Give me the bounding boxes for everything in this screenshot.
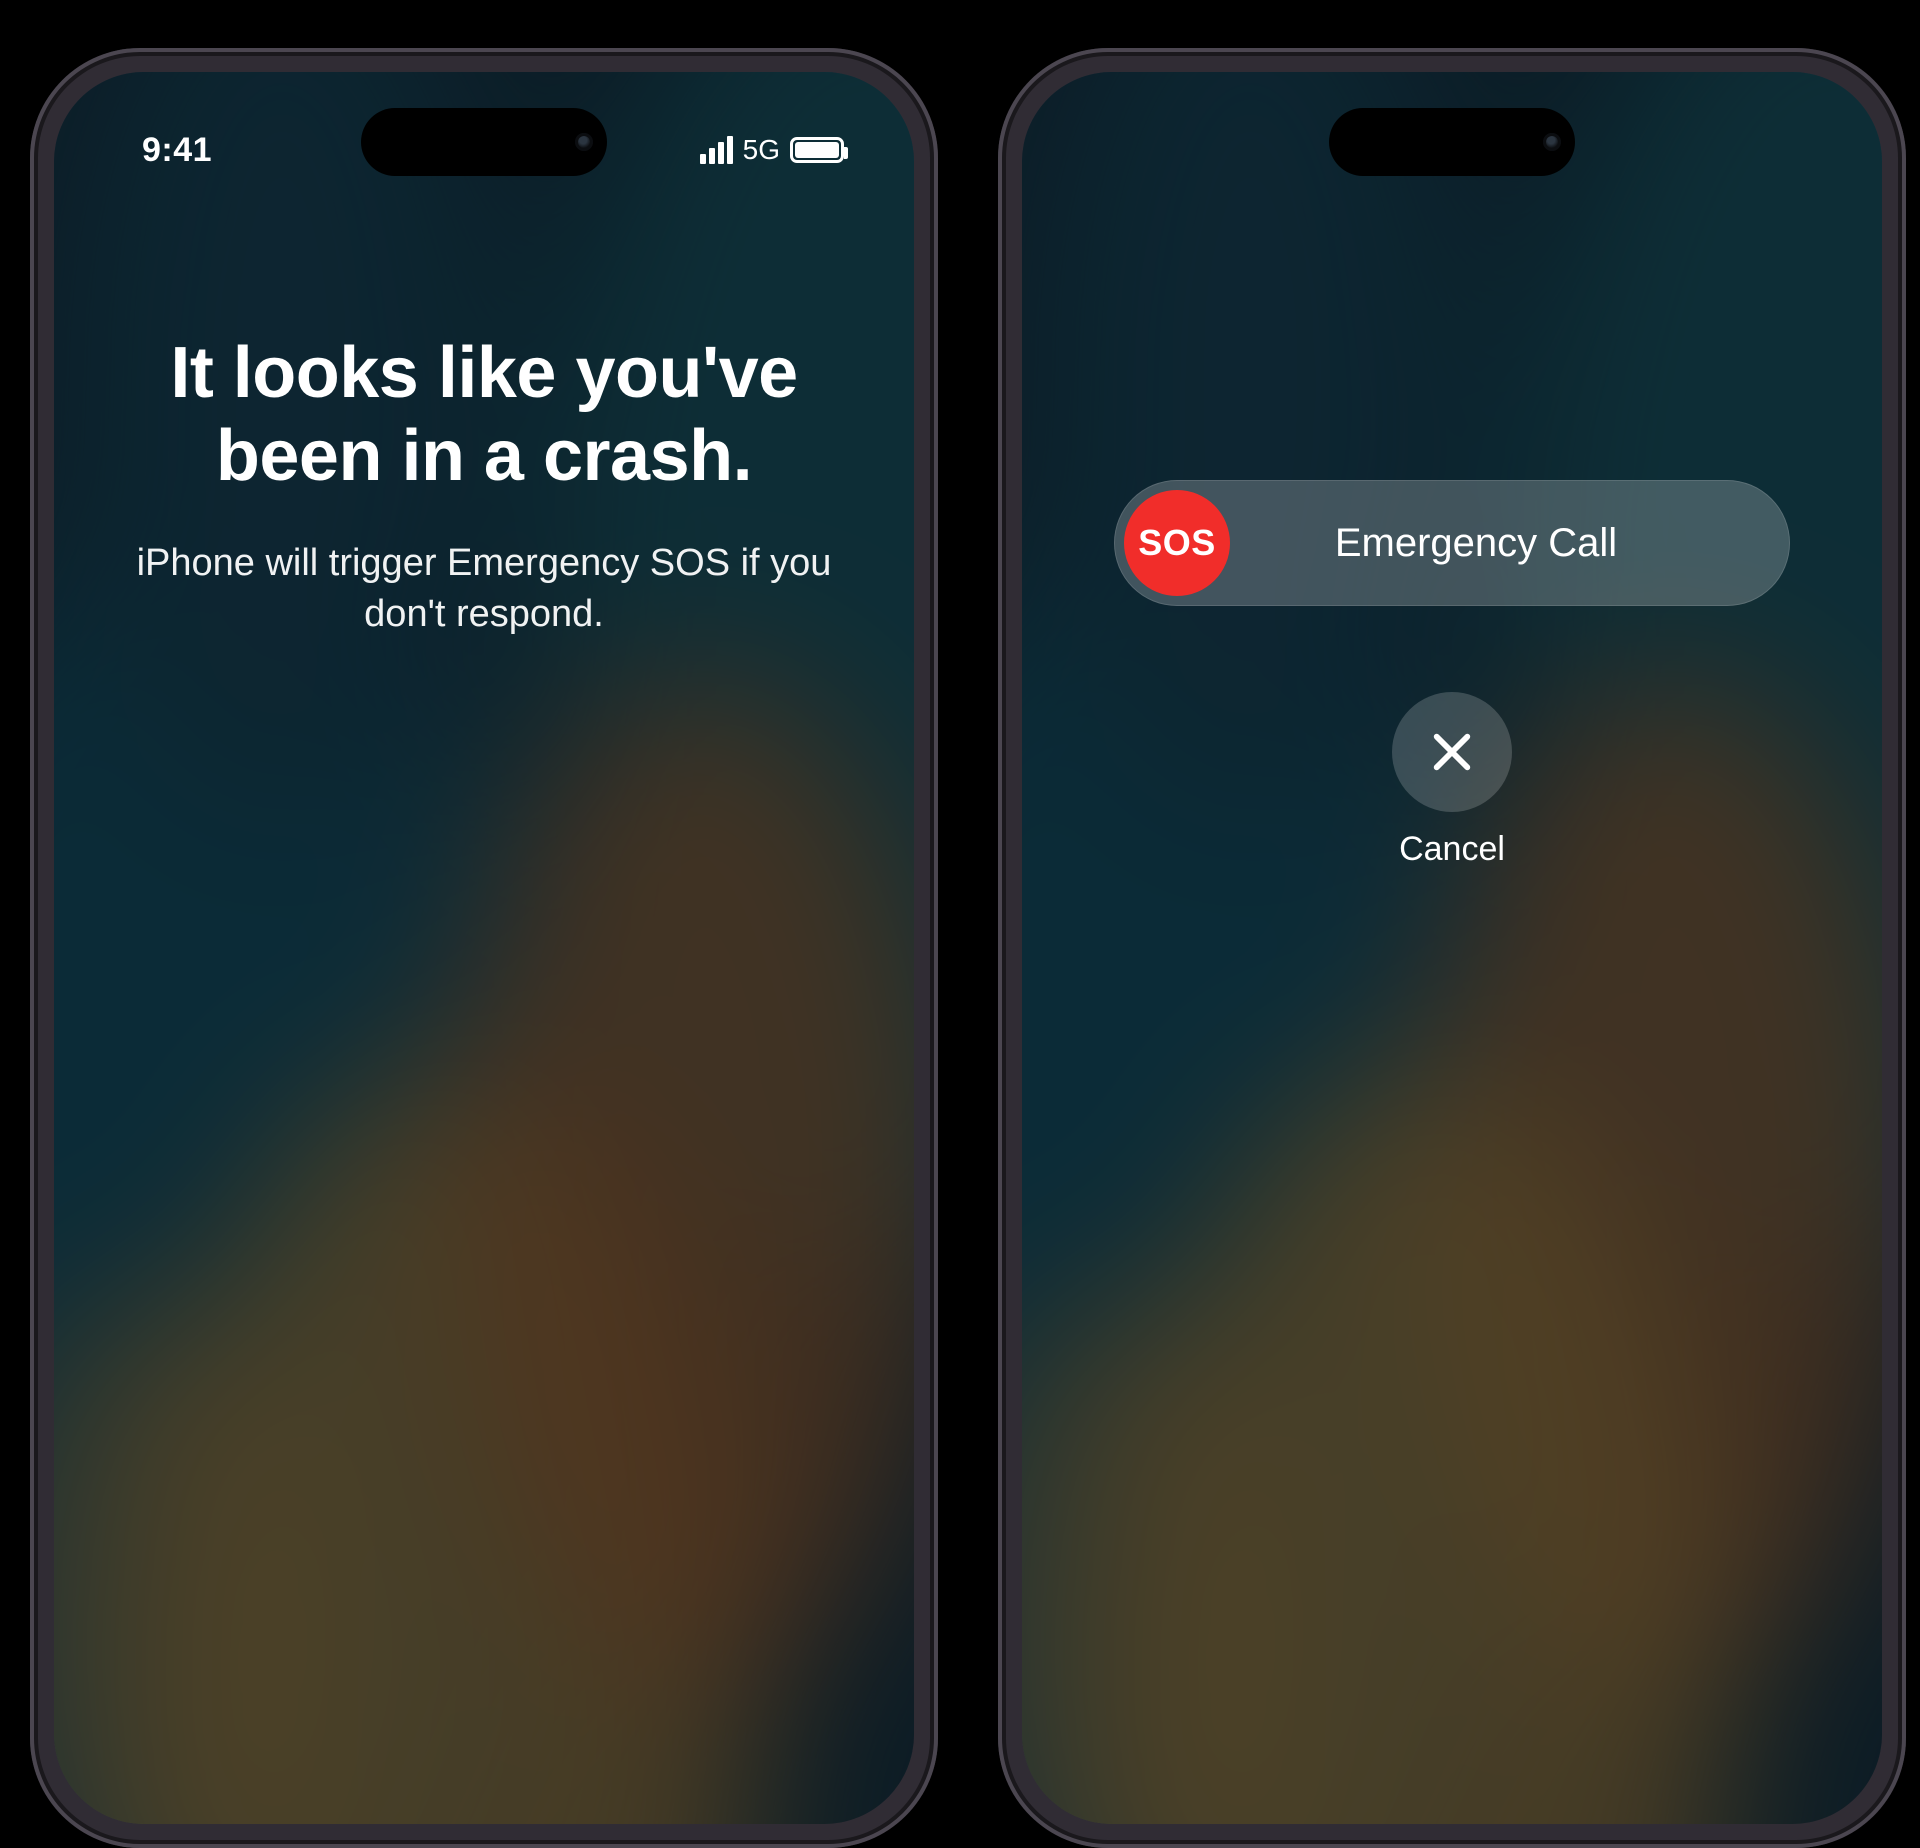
status-right-cluster: 5G <box>700 134 844 166</box>
status-time: 9:41 <box>142 131 212 170</box>
status-bar: 9:41 5G <box>54 120 914 180</box>
emergency-call-label: Emergency Call <box>1230 521 1790 566</box>
screen-left: 9:41 5G It looks like you've been in a c… <box>54 72 914 1824</box>
cellular-signal-icon <box>700 136 733 164</box>
close-icon <box>1429 729 1475 775</box>
cancel-button[interactable] <box>1392 692 1512 812</box>
front-camera-icon <box>1543 133 1561 151</box>
dynamic-island <box>1329 108 1575 176</box>
network-type-label: 5G <box>743 134 780 166</box>
emergency-call-slider[interactable]: SOS Emergency Call <box>1114 480 1790 606</box>
battery-icon <box>790 137 844 163</box>
crash-detection-copy: It looks like you've been in a crash. iP… <box>114 332 854 640</box>
sos-knob[interactable]: SOS <box>1124 490 1230 596</box>
iphone-right: SOS Emergency Call Cancel <box>998 48 1906 1848</box>
cancel-label: Cancel <box>1399 830 1505 869</box>
cancel-group: Cancel <box>1022 692 1882 869</box>
sos-knob-label: SOS <box>1138 522 1216 564</box>
crash-title: It looks like you've been in a crash. <box>114 332 854 498</box>
stage: 9:41 5G It looks like you've been in a c… <box>0 0 1920 1080</box>
crash-subtitle: iPhone will trigger Emergency SOS if you… <box>114 538 854 641</box>
screen-right: SOS Emergency Call Cancel <box>1022 72 1882 1824</box>
iphone-left: 9:41 5G It looks like you've been in a c… <box>30 48 938 1848</box>
dim-overlay <box>1022 72 1882 1824</box>
